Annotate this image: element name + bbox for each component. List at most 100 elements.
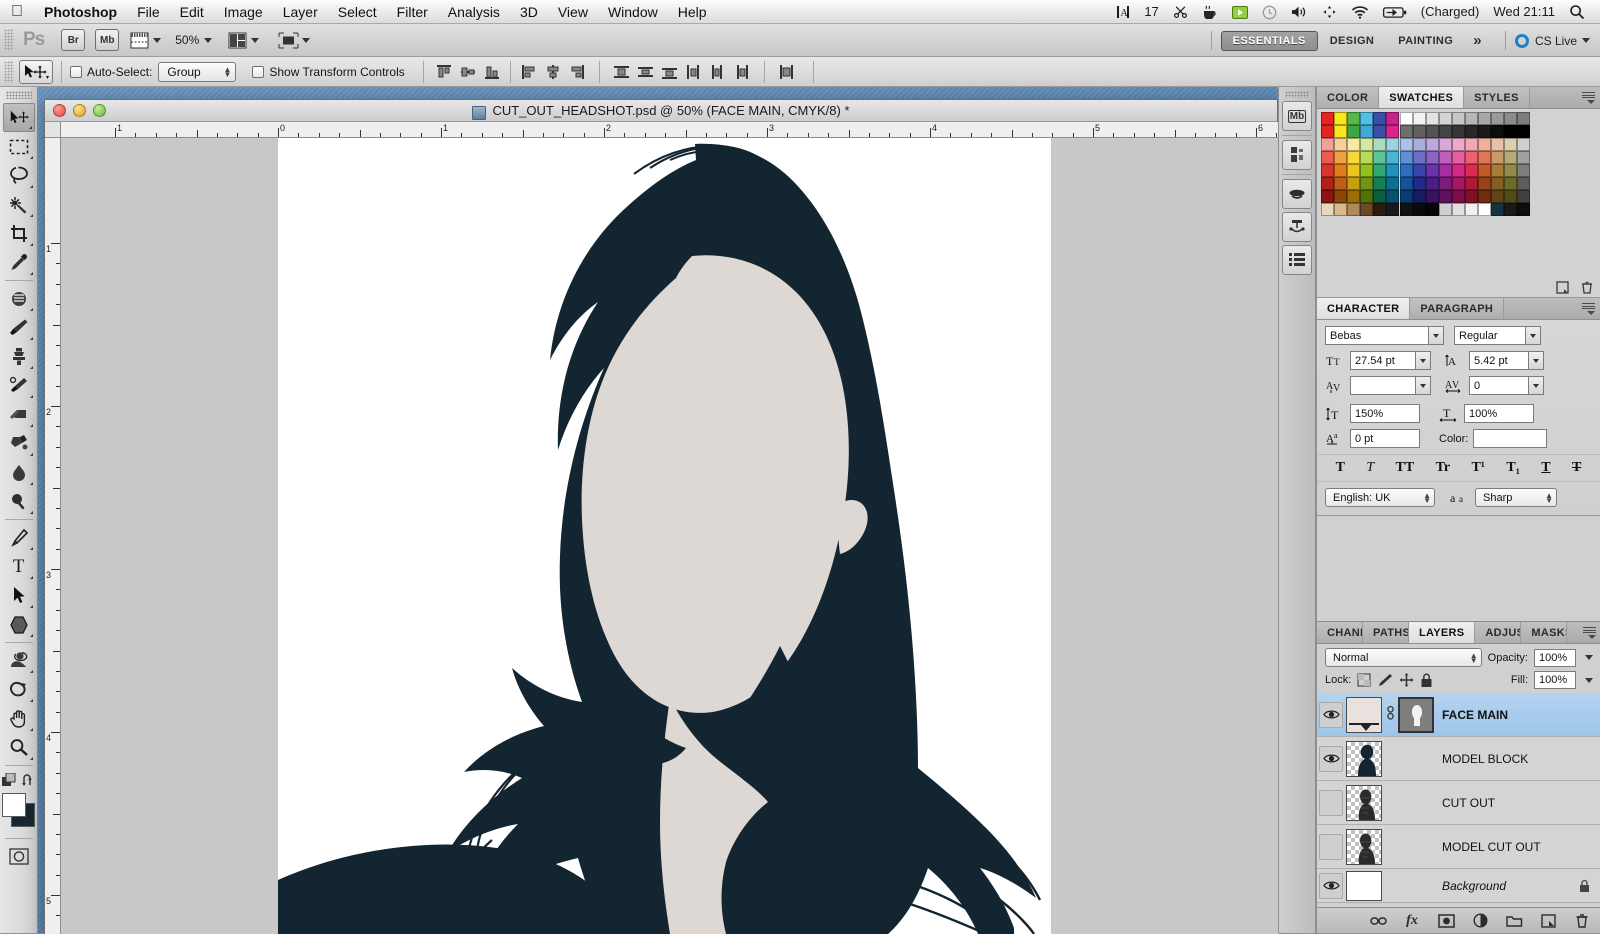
tab-adjustments[interactable]: ADJUSTMENTS bbox=[1475, 622, 1522, 643]
color-swatch[interactable] bbox=[1517, 112, 1531, 125]
distribute-top-edges-icon[interactable] bbox=[611, 61, 633, 83]
color-swatch[interactable] bbox=[1451, 112, 1465, 125]
color-swatch[interactable] bbox=[1347, 112, 1361, 125]
color-swatch[interactable] bbox=[1412, 177, 1426, 190]
edit-in-quick-mask-small-icon[interactable] bbox=[2, 773, 16, 787]
color-swatch[interactable] bbox=[1321, 164, 1334, 177]
color-swatch[interactable] bbox=[1334, 164, 1348, 177]
font-size-field[interactable]: 27.54 pt bbox=[1350, 351, 1416, 370]
color-swatch[interactable] bbox=[1478, 151, 1492, 164]
color-swatch[interactable] bbox=[1386, 177, 1400, 190]
cs-live-button[interactable]: CS Live bbox=[1514, 33, 1596, 48]
color-swatch[interactable] bbox=[1491, 151, 1505, 164]
color-swatch[interactable] bbox=[1386, 138, 1400, 151]
color-swatch[interactable] bbox=[1425, 112, 1439, 125]
menu-view[interactable]: View bbox=[548, 0, 598, 24]
color-swatch[interactable] bbox=[1412, 125, 1426, 138]
color-swatch[interactable] bbox=[1373, 125, 1387, 138]
color-swatch[interactable] bbox=[1399, 125, 1413, 138]
workspace-essentials-button[interactable]: ESSENTIALS bbox=[1220, 30, 1318, 51]
launch-bridge-button[interactable]: Br bbox=[61, 29, 86, 51]
text-color-swatch[interactable] bbox=[1473, 429, 1548, 448]
color-swatch[interactable] bbox=[1504, 203, 1518, 216]
zoom-window-button[interactable] bbox=[93, 104, 106, 117]
color-swatch[interactable] bbox=[1451, 190, 1465, 203]
swatch-grid[interactable] bbox=[1317, 109, 1600, 216]
brush-presets-icon[interactable] bbox=[1282, 179, 1312, 209]
color-swatch[interactable] bbox=[1347, 190, 1361, 203]
color-swatch[interactable] bbox=[1517, 125, 1531, 138]
color-swatch[interactable] bbox=[1478, 177, 1492, 190]
color-swatch[interactable] bbox=[1425, 177, 1439, 190]
color-swatch[interactable] bbox=[1399, 112, 1413, 125]
menu-filter[interactable]: Filter bbox=[387, 0, 438, 24]
color-swatch[interactable] bbox=[1373, 112, 1387, 125]
strikethrough-button[interactable]: T bbox=[1572, 460, 1581, 476]
small-caps-button[interactable]: Tr bbox=[1436, 460, 1451, 476]
font-style-dropdown-button[interactable] bbox=[1526, 326, 1541, 345]
layer-row-model-cut-out[interactable]: MODEL CUT OUT bbox=[1317, 825, 1600, 869]
align-horizontal-centers-icon[interactable] bbox=[542, 61, 564, 83]
gradient-tool[interactable] bbox=[3, 429, 35, 458]
color-swatch[interactable] bbox=[1438, 125, 1452, 138]
add-layer-mask-icon[interactable] bbox=[1437, 912, 1455, 930]
canvas-scroll-area[interactable] bbox=[61, 138, 1279, 934]
tab-character[interactable]: CHARACTER bbox=[1317, 298, 1411, 319]
distribute-horizontal-centers-icon[interactable] bbox=[707, 61, 729, 83]
layer-style-icon[interactable]: fx bbox=[1403, 912, 1421, 930]
color-swatch[interactable] bbox=[1360, 190, 1374, 203]
underline-button[interactable]: T bbox=[1541, 460, 1550, 476]
vertical-ruler[interactable]: 1 2 3 4 5 bbox=[45, 138, 61, 934]
color-swatch[interactable] bbox=[1425, 151, 1439, 164]
color-swatch[interactable] bbox=[1412, 164, 1426, 177]
hand-tool[interactable] bbox=[3, 704, 35, 733]
spot-healing-brush-tool[interactable] bbox=[3, 284, 35, 313]
link-layers-icon[interactable] bbox=[1369, 912, 1387, 930]
layer-name[interactable]: CUT OUT bbox=[1442, 796, 1495, 810]
auto-select-scope-dropdown[interactable]: Group ▲ ▼ bbox=[158, 61, 237, 82]
layer-thumbnail[interactable] bbox=[1346, 784, 1382, 821]
appbar-grip[interactable] bbox=[4, 29, 14, 51]
align-right-edges-icon[interactable] bbox=[566, 61, 588, 83]
color-swatch[interactable] bbox=[1517, 151, 1531, 164]
color-swatch[interactable] bbox=[1517, 164, 1531, 177]
input-source-icon[interactable]: A bbox=[1109, 5, 1137, 19]
opacity-chevron-icon[interactable] bbox=[1585, 655, 1593, 660]
color-swatch[interactable] bbox=[1438, 151, 1452, 164]
quick-selection-tool[interactable] bbox=[3, 190, 35, 219]
color-swatch[interactable] bbox=[1373, 151, 1387, 164]
scissors-icon[interactable] bbox=[1166, 5, 1195, 19]
lock-position-icon[interactable] bbox=[1399, 673, 1414, 687]
dodge-tool[interactable] bbox=[3, 487, 35, 516]
color-swatch[interactable] bbox=[1504, 151, 1518, 164]
displays-icon[interactable] bbox=[1315, 5, 1344, 19]
chevron-double-right-icon[interactable]: » bbox=[1465, 32, 1496, 49]
color-swatch[interactable] bbox=[1321, 138, 1334, 151]
rectangular-marquee-tool[interactable] bbox=[3, 132, 35, 161]
tracking-field[interactable]: 0 bbox=[1469, 376, 1529, 395]
color-swatch[interactable] bbox=[1412, 138, 1426, 151]
leading-dropdown-button[interactable] bbox=[1529, 351, 1544, 370]
color-swatch[interactable] bbox=[1451, 203, 1465, 216]
color-swatch[interactable] bbox=[1504, 190, 1518, 203]
launch-mini-bridge-button[interactable]: Mb bbox=[95, 29, 120, 51]
color-swatch[interactable] bbox=[1438, 138, 1452, 151]
dock-strip-grip[interactable] bbox=[1285, 91, 1309, 98]
distribute-bottom-edges-icon[interactable] bbox=[659, 61, 681, 83]
move-tool[interactable] bbox=[2, 103, 35, 132]
tab-layers[interactable]: LAYERS bbox=[1409, 622, 1476, 643]
color-swatch[interactable] bbox=[1386, 125, 1400, 138]
color-swatch[interactable] bbox=[1504, 125, 1518, 138]
color-swatch[interactable] bbox=[1425, 203, 1439, 216]
color-swatch[interactable] bbox=[1321, 151, 1334, 164]
color-swatch[interactable] bbox=[1373, 190, 1387, 203]
color-swatch[interactable] bbox=[1491, 203, 1505, 216]
menu-file[interactable]: File bbox=[127, 0, 170, 24]
color-swatch[interactable] bbox=[1465, 125, 1479, 138]
document-title-bar[interactable]: CUT_OUT_HEADSHOT.psd @ 50% (FACE MAIN, C… bbox=[45, 100, 1277, 122]
layer-visibility-toggle[interactable] bbox=[1319, 833, 1343, 860]
color-swatch[interactable] bbox=[1517, 138, 1531, 151]
color-swatch[interactable] bbox=[1412, 112, 1426, 125]
color-swatch[interactable] bbox=[1478, 164, 1492, 177]
color-swatch[interactable] bbox=[1360, 151, 1374, 164]
